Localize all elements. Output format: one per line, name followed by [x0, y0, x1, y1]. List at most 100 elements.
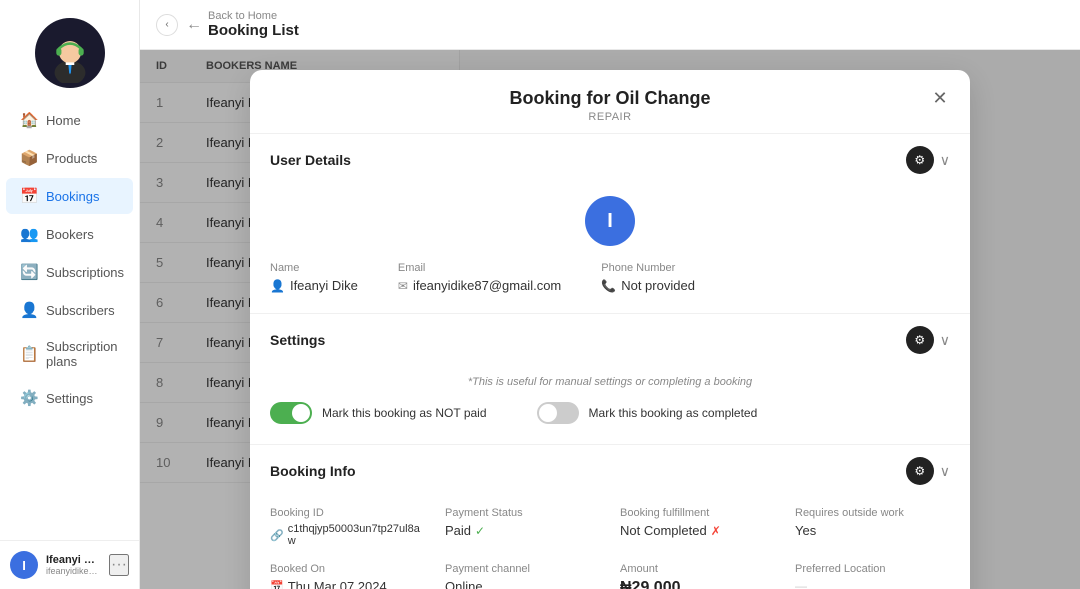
not-paid-toggle-label: Mark this booking as NOT paid: [322, 406, 487, 420]
completed-toggle-knob: [539, 404, 557, 422]
user-details-section: User Details ⚙ ∨ I: [250, 134, 970, 314]
sidebar-item-settings[interactable]: ⚙️ Settings: [6, 380, 133, 416]
email-label: Email: [398, 262, 561, 274]
page-title: Booking List: [208, 22, 299, 39]
booking-id-label: Booking ID: [270, 507, 425, 519]
sidebar-user-footer: I Ifeanyi Dike ifeanyidike87@gmail.com ·…: [0, 540, 139, 589]
back-link[interactable]: Back to Home: [208, 10, 299, 22]
booking-modal: Booking for Oil Change REPAIR ✕ User Det…: [250, 70, 970, 589]
preferred-location-value: —: [795, 579, 950, 589]
settings-content: *This is useful for manual settings or c…: [250, 366, 970, 444]
settings-section-settings-button[interactable]: ⚙: [906, 326, 934, 354]
sidebar-item-subscriptions-label: Subscriptions: [46, 265, 124, 280]
not-completed-badge: ✗: [711, 524, 721, 538]
user-details-actions: ⚙ ∨: [906, 146, 950, 174]
settings-section-header: Settings ⚙ ∨: [250, 314, 970, 366]
modal-body: User Details ⚙ ∨ I: [250, 134, 970, 589]
phone-icon: 📞: [601, 279, 616, 293]
sidebar-item-bookers-label: Bookers: [46, 227, 94, 242]
fulfillment-value: Not Completed ✗: [620, 523, 775, 538]
sidebar-item-home-label: Home: [46, 113, 81, 128]
paid-badge: ✓: [475, 524, 485, 538]
user-email: ifeanyidike87@gmail.com: [46, 566, 101, 576]
bookings-icon: 📅: [20, 187, 38, 205]
fulfillment-item: Booking fulfillment Not Completed ✗: [620, 507, 775, 547]
booking-id-item: Booking ID 🔗 c1thqjyp50003un7tp27ul8aw: [270, 507, 425, 547]
settings-note: *This is useful for manual settings or c…: [270, 376, 950, 388]
link-icon: 🔗: [270, 529, 284, 542]
sidebar-item-bookings[interactable]: 📅 Bookings: [6, 178, 133, 214]
name-field: Name 👤 Ifeanyi Dike: [270, 262, 358, 293]
amount-label: Amount: [620, 563, 775, 575]
sidebar-item-bookings-label: Bookings: [46, 189, 99, 204]
email-icon: ✉: [398, 279, 408, 293]
sidebar-nav: 🏠 Home 📦 Products 📅 Bookings 👥 Bookers 🔄…: [0, 98, 139, 540]
completed-toggle-group: Mark this booking as completed: [537, 402, 758, 424]
name-value: 👤 Ifeanyi Dike: [270, 278, 358, 293]
settings-toggles: Mark this booking as NOT paid Mark this …: [270, 402, 950, 424]
sidebar-item-subscriptions[interactable]: 🔄 Subscriptions: [6, 254, 133, 290]
subscriptions-icon: 🔄: [20, 263, 38, 281]
not-paid-toggle[interactable]: [270, 402, 312, 424]
sidebar-item-subscribers[interactable]: 👤 Subscribers: [6, 292, 133, 328]
breadcrumb: ← Back to Home Booking List: [186, 10, 299, 39]
sidebar-item-settings-label: Settings: [46, 391, 93, 406]
products-icon: 📦: [20, 149, 38, 167]
modal-close-button[interactable]: ✕: [926, 84, 954, 112]
modal-title: Booking for Oil Change: [270, 88, 950, 109]
person-icon: 👤: [270, 279, 285, 293]
user-details-content: I Name 👤 Ifeanyi Dike: [250, 186, 970, 313]
payment-channel-item: Payment channel Online: [445, 563, 600, 589]
sidebar-item-home[interactable]: 🏠 Home: [6, 102, 133, 138]
user-details-collapse-button[interactable]: ∨: [940, 152, 950, 169]
back-arrow-icon[interactable]: ←: [186, 16, 202, 34]
booking-info-header: Booking Info ⚙ ∨: [250, 445, 970, 497]
user-details-settings-button[interactable]: ⚙: [906, 146, 934, 174]
brand-avatar: [35, 18, 105, 88]
sidebar-item-subscription-plans-label: Subscription plans: [46, 339, 119, 369]
booking-info-section: Booking Info ⚙ ∨ Booking ID: [250, 445, 970, 589]
completed-toggle[interactable]: [537, 402, 579, 424]
outside-work-value: Yes: [795, 523, 950, 538]
booked-on-item: Booked On 📅 Thu Mar 07 2024: [270, 563, 425, 589]
settings-section: Settings ⚙ ∨ *This is useful for manual …: [250, 314, 970, 445]
page-header: ‹ ← Back to Home Booking List: [140, 0, 1080, 50]
phone-field: Phone Number 📞 Not provided: [601, 262, 695, 293]
booking-id-value: 🔗 c1thqjyp50003un7tp27ul8aw: [270, 523, 425, 547]
not-paid-toggle-group: Mark this booking as NOT paid: [270, 402, 487, 424]
user-details-title: User Details: [270, 152, 351, 168]
brand-logo: [0, 0, 139, 98]
fulfillment-label: Booking fulfillment: [620, 507, 775, 519]
payment-status-label: Payment Status: [445, 507, 600, 519]
collapse-sidebar-button[interactable]: ‹: [156, 14, 178, 36]
sidebar-item-products-label: Products: [46, 151, 97, 166]
modal-overlay: Booking for Oil Change REPAIR ✕ User Det…: [140, 50, 1080, 589]
not-paid-toggle-knob: [292, 404, 310, 422]
phone-value: 📞 Not provided: [601, 278, 695, 293]
sidebar-item-subscription-plans[interactable]: 📋 Subscription plans: [6, 330, 133, 378]
completed-toggle-label: Mark this booking as completed: [589, 406, 758, 420]
calendar-icon: 📅: [270, 580, 284, 589]
settings-section-actions: ⚙ ∨: [906, 326, 950, 354]
user-avatar: I: [10, 551, 38, 579]
sidebar-item-products[interactable]: 📦 Products: [6, 140, 133, 176]
settings-section-collapse-button[interactable]: ∨: [940, 332, 950, 349]
email-value: ✉ ifeanyidike87@gmail.com: [398, 278, 561, 293]
sidebar-item-subscribers-label: Subscribers: [46, 303, 115, 318]
payment-channel-value: Online: [445, 579, 600, 589]
phone-label: Phone Number: [601, 262, 695, 274]
booking-info-settings-button[interactable]: ⚙: [906, 457, 934, 485]
booking-info-collapse-button[interactable]: ∨: [940, 463, 950, 480]
user-menu-button[interactable]: ···: [109, 554, 129, 576]
payment-status-item: Payment Status Paid ✓: [445, 507, 600, 547]
settings-icon: ⚙️: [20, 389, 38, 407]
sidebar-item-bookers[interactable]: 👥 Bookers: [6, 216, 133, 252]
subscribers-icon: 👤: [20, 301, 38, 319]
modal-header: Booking for Oil Change REPAIR ✕: [250, 70, 970, 134]
subscription-plans-icon: 📋: [20, 345, 38, 363]
user-info: Ifeanyi Dike ifeanyidike87@gmail.com: [46, 554, 101, 576]
preferred-location-item: Preferred Location —: [795, 563, 950, 589]
payment-status-value: Paid ✓: [445, 523, 600, 538]
amount-value: ₦29,000: [620, 579, 775, 589]
sidebar: 🏠 Home 📦 Products 📅 Bookings 👥 Bookers 🔄…: [0, 0, 140, 589]
